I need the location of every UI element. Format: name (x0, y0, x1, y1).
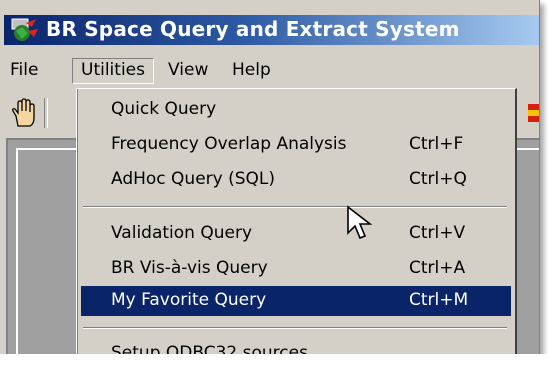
menu-item-shortcut: Ctrl+A (409, 258, 466, 278)
menu-item-label: Frequency Overlap Analysis (111, 134, 347, 154)
menu-item-label: Quick Query (111, 99, 217, 119)
torn-edge (0, 354, 549, 372)
menu-item-my-favorite-query[interactable]: My Favorite Query Ctrl+M (81, 286, 511, 316)
app-window: BR Space Query and Extract System File U… (0, 0, 540, 361)
menu-item-shortcut: Ctrl+F (409, 134, 464, 154)
pointer-cursor-icon (347, 205, 373, 240)
menu-utilities[interactable]: Utilities (72, 58, 154, 84)
menu-file[interactable]: File (4, 58, 44, 84)
menu-item-label: My Favorite Query (111, 290, 267, 310)
menu-item-label: AdHoc Query (SQL) (111, 169, 276, 189)
toolbar-separator (44, 98, 48, 128)
menu-help[interactable]: Help (226, 58, 277, 84)
menu-item-frequency-overlap[interactable]: Frequency Overlap Analysis Ctrl+F (81, 130, 511, 160)
window-title: BR Space Query and Extract System (46, 17, 460, 41)
title-bar[interactable]: BR Space Query and Extract System (4, 15, 539, 45)
hand-pan-icon[interactable] (10, 98, 38, 128)
menu-item-quick-query[interactable]: Quick Query (81, 95, 511, 125)
menu-item-shortcut: Ctrl+V (409, 223, 466, 243)
utilities-dropdown: Quick Query Frequency Overlap Analysis C… (76, 88, 517, 360)
menu-item-label: BR Vis-à-vis Query (111, 258, 268, 278)
menu-item-shortcut: Ctrl+Q (409, 169, 467, 189)
menu-view[interactable]: View (162, 58, 214, 84)
menu-item-label: Validation Query (111, 223, 253, 243)
menu-separator (83, 206, 507, 208)
menu-separator (83, 327, 507, 329)
menu-bar: File Utilities View Help (0, 54, 539, 86)
menu-item-adhoc-query[interactable]: AdHoc Query (SQL) Ctrl+Q (81, 165, 511, 195)
menu-item-shortcut: Ctrl+M (409, 290, 469, 310)
flag-icon[interactable] (528, 104, 539, 122)
menu-item-vis-a-vis-query[interactable]: BR Vis-à-vis Query Ctrl+A (81, 254, 511, 284)
globe-app-icon (11, 18, 38, 41)
menu-item-validation-query[interactable]: Validation Query Ctrl+V (81, 219, 511, 249)
